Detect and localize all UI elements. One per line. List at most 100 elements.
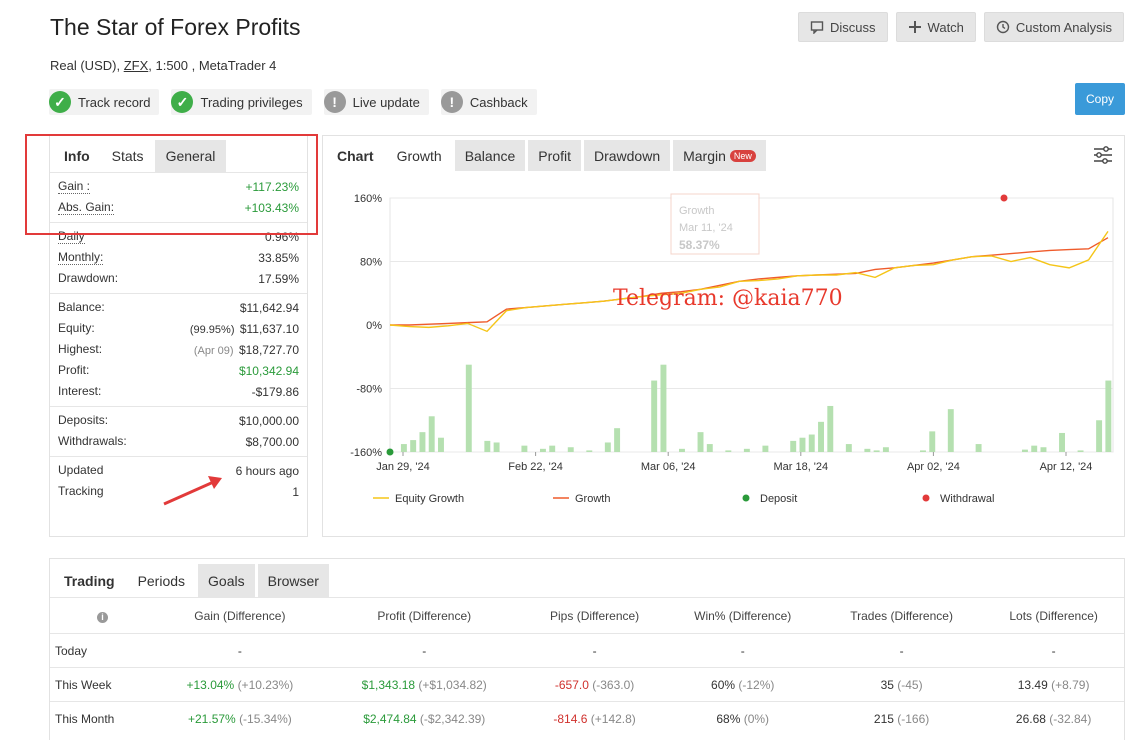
highest-label: Highest: bbox=[58, 342, 103, 356]
tab-browser[interactable]: Browser bbox=[257, 564, 329, 597]
tab-periods[interactable]: Periods bbox=[128, 564, 195, 597]
deposits-group: Deposits: $10,000.00 Withdrawals: $8,700.0… bbox=[50, 406, 307, 456]
badge-track-record[interactable]: ✓ Track record bbox=[49, 89, 160, 115]
info-tabs: Info Stats General bbox=[50, 136, 307, 172]
rate-group: Daily 0.96% Monthly: 33.85% Drawdown: 17.59… bbox=[50, 222, 307, 293]
tracking-label: Tracking bbox=[58, 484, 104, 498]
interest-label: Interest: bbox=[58, 384, 102, 398]
page-title: The Star of Forex Profits bbox=[50, 14, 301, 40]
profit-difference: (-$2,342.39) bbox=[419, 711, 486, 726]
volume-bar bbox=[614, 428, 621, 452]
cell-gain: +13.04% (+10.23%) bbox=[155, 667, 325, 702]
profit-value: - bbox=[422, 643, 427, 658]
custom-analysis-label: Custom Analysis bbox=[1015, 19, 1112, 35]
tab-drawdown[interactable]: Drawdown bbox=[583, 140, 671, 171]
info-icon[interactable]: i bbox=[97, 611, 108, 623]
badge-list: ✓ Track record ✓ Trading privileges ! Live … bbox=[49, 89, 537, 115]
profit-value: $2,474.84 bbox=[363, 711, 417, 726]
comment-icon bbox=[810, 21, 824, 34]
arrow-annotation bbox=[163, 476, 222, 506]
lots-difference: (-32.84) bbox=[1049, 711, 1092, 726]
volume-bar bbox=[586, 450, 593, 452]
volume-bar bbox=[1096, 420, 1103, 452]
tab-profit[interactable]: Profit bbox=[528, 140, 581, 171]
x-tick-label: Apr 02, '24 bbox=[907, 461, 960, 473]
daily-label[interactable]: Daily bbox=[58, 229, 85, 244]
x-tick-label: Jan 29, '24 bbox=[376, 461, 429, 473]
volume-bar bbox=[567, 447, 574, 452]
volume-bar bbox=[1040, 447, 1047, 452]
badge-trading-privileges[interactable]: ✓ Trading privileges bbox=[171, 89, 312, 115]
profit-row: Profit: $10,342.94 bbox=[58, 360, 299, 381]
pips-value: - bbox=[592, 643, 597, 658]
win-value: 60% bbox=[711, 677, 736, 692]
gain-value: +13.04% bbox=[186, 677, 235, 692]
growth-chart[interactable]: 160% 80% 0% -80% -160% Jan 29, '24 Feb 22, '24… bbox=[323, 172, 1124, 536]
top-actions: Discuss Watch Custom Analysis bbox=[798, 12, 1124, 42]
win-difference: (-12%) bbox=[738, 677, 775, 692]
highest-date: (Apr 09) bbox=[193, 344, 234, 357]
win-value: 68% bbox=[716, 711, 741, 726]
tab-goals[interactable]: Goals bbox=[198, 564, 255, 597]
volume-bar bbox=[864, 448, 871, 452]
gain-value: - bbox=[237, 643, 242, 658]
abs-gain-label[interactable]: Abs. Gain: bbox=[58, 200, 115, 215]
tab-chart[interactable]: Chart bbox=[327, 140, 384, 171]
volume-bar bbox=[808, 434, 815, 452]
drawdown-label: Drawdown: bbox=[58, 271, 119, 285]
cell-pips: -814.6 (+142.8) bbox=[523, 701, 666, 736]
gain-label[interactable]: Gain : bbox=[58, 179, 91, 194]
broker-link[interactable]: ZFX bbox=[124, 58, 149, 73]
volume-bar bbox=[697, 432, 704, 452]
copy-button[interactable]: Copy bbox=[1075, 83, 1125, 115]
check-icon: ✓ bbox=[49, 91, 71, 113]
tab-general[interactable]: General bbox=[154, 140, 227, 172]
monthly-value: 33.85% bbox=[258, 250, 299, 265]
highest-row: Highest: (Apr 09) $18,727.70 bbox=[58, 339, 299, 360]
gain-value: +21.57% bbox=[188, 711, 236, 726]
win-value: - bbox=[740, 643, 745, 658]
balance-group: Balance: $11,642.94 Equity: (99.95%) $11,6… bbox=[50, 293, 307, 406]
watch-button[interactable]: Watch bbox=[895, 12, 976, 42]
x-tick-label: Mar 06, '24 bbox=[641, 461, 696, 473]
volume-bar bbox=[521, 445, 528, 452]
plus-icon bbox=[908, 21, 921, 33]
pips-value: -814.6 bbox=[553, 711, 588, 726]
volume-bar bbox=[845, 444, 852, 452]
sliders-icon[interactable] bbox=[1092, 145, 1114, 165]
volume-bar bbox=[706, 444, 713, 452]
y-tick-label: 0% bbox=[366, 320, 382, 332]
badge-live-update[interactable]: ! Live update bbox=[323, 89, 429, 115]
volume-bar bbox=[799, 437, 806, 452]
highest-amount: $18,727.70 bbox=[238, 342, 299, 357]
monthly-label[interactable]: Monthly: bbox=[58, 250, 104, 265]
cell-gain: +21.57% (-15.34%) bbox=[155, 701, 325, 736]
tab-margin[interactable]: Margin New bbox=[673, 140, 766, 171]
gain-value: +117.23% bbox=[245, 179, 300, 194]
period-label: This Month bbox=[50, 701, 155, 736]
volume-bar bbox=[484, 440, 491, 452]
tab-trading[interactable]: Trading bbox=[54, 564, 125, 597]
balance-label: Balance: bbox=[58, 300, 105, 314]
volume-bar bbox=[604, 442, 611, 452]
tab-stats[interactable]: Stats bbox=[101, 140, 155, 172]
volume-bar bbox=[1021, 449, 1028, 452]
tab-info[interactable]: Info bbox=[53, 140, 101, 172]
volume-bar bbox=[882, 447, 889, 452]
discuss-button[interactable]: Discuss bbox=[798, 12, 888, 42]
withdrawals-label: Withdrawals: bbox=[58, 434, 127, 448]
profit-value: $10,342.94 bbox=[238, 363, 299, 378]
volume-bar bbox=[679, 448, 685, 452]
tab-growth[interactable]: Growth bbox=[387, 140, 452, 171]
equity-label: Equity: bbox=[58, 321, 95, 335]
legend-label: Growth bbox=[575, 493, 610, 505]
equity-value: (99.95%) $11,637.10 bbox=[190, 322, 299, 336]
equity-row: Equity: (99.95%) $11,637.10 bbox=[58, 318, 299, 339]
table-header-row: i Gain (Difference) Profit (Difference) … bbox=[50, 597, 1124, 634]
deposit-marker bbox=[386, 448, 394, 456]
tab-balance[interactable]: Balance bbox=[454, 140, 526, 171]
interest-row: Interest: -$179.86 bbox=[58, 381, 299, 402]
custom-analysis-button[interactable]: Custom Analysis bbox=[983, 12, 1124, 42]
badge-cashback[interactable]: ! Cashback bbox=[440, 89, 537, 115]
y-tick-label: -80% bbox=[356, 384, 382, 396]
